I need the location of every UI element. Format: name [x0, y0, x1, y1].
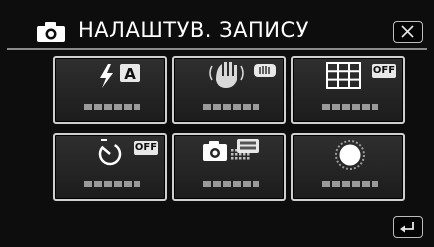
setting-value-placeholder	[203, 104, 259, 110]
svg-text:A: A	[124, 65, 136, 83]
record-settings-screen: НАЛАШТУВ. ЗАПИСУ A A	[0, 0, 434, 247]
back-button[interactable]	[393, 216, 423, 238]
flash-tile[interactable]: A A	[53, 56, 167, 124]
image-size-icon	[203, 139, 259, 161]
image-stabilizer-icon	[209, 62, 276, 88]
flash-icon: A	[100, 64, 140, 88]
shutter-mode-icon	[335, 140, 365, 170]
image-stabilizer-tile[interactable]	[172, 56, 286, 124]
back-return-icon	[400, 222, 414, 233]
setting-value-placeholder	[203, 181, 259, 187]
shutter-mode-tile[interactable]	[291, 133, 405, 201]
self-timer-tile[interactable]: OFF	[53, 133, 167, 201]
camera-icon	[37, 22, 65, 42]
self-timer-badge: OFF	[134, 142, 158, 153]
close-icon	[401, 25, 414, 38]
grid-tile[interactable]: OFF	[291, 56, 405, 124]
page-title: НАЛАШТУВ. ЗАПИСУ	[78, 18, 309, 42]
grid-badge: OFF	[372, 65, 396, 76]
image-size-tile[interactable]	[172, 133, 286, 201]
setting-value-placeholder	[322, 181, 378, 187]
setting-value-placeholder	[84, 104, 140, 110]
setting-value-placeholder	[322, 104, 378, 110]
header-divider	[7, 48, 427, 50]
setting-value-placeholder	[84, 181, 140, 187]
close-button[interactable]	[393, 21, 423, 43]
